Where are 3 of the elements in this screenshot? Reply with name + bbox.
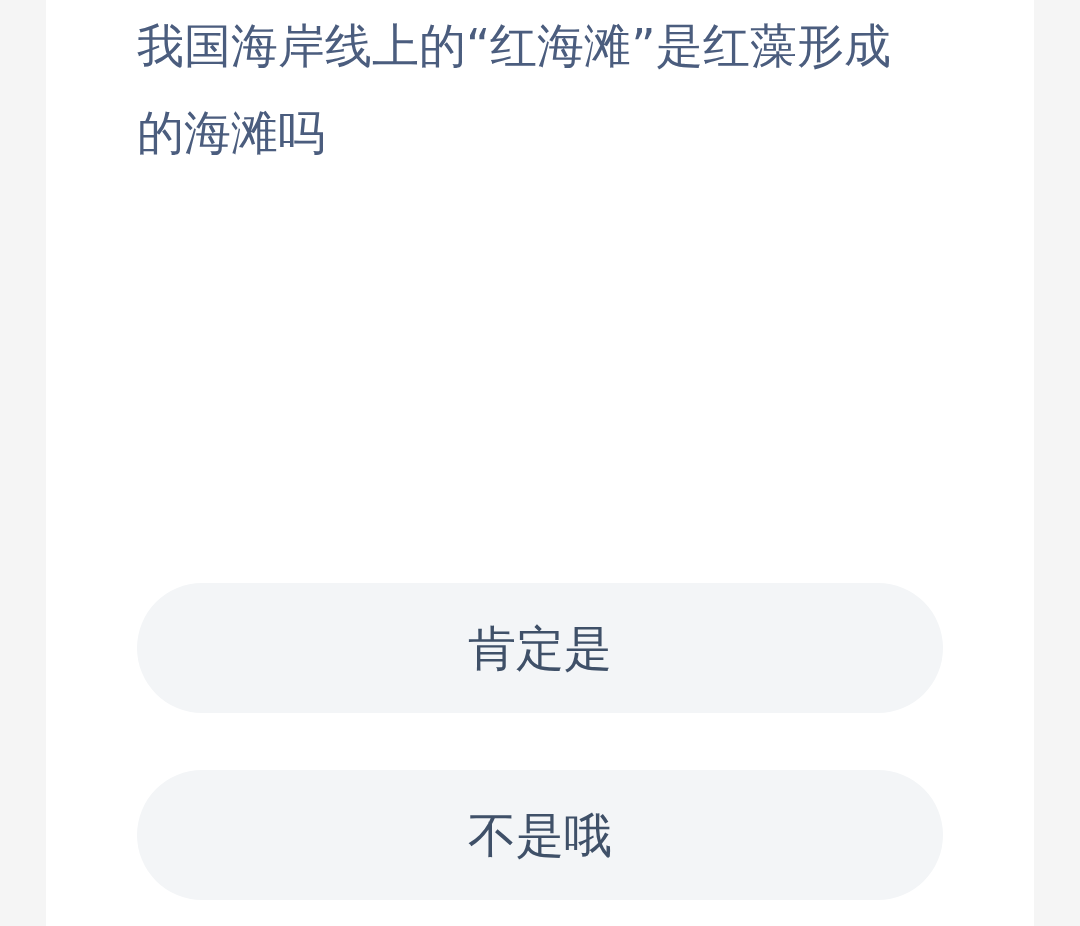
answer-option-button[interactable]: 肯定是 bbox=[137, 583, 943, 713]
question-text: 我国海岸线上的“红海滩”是红藻形成的海滩吗 bbox=[137, 17, 892, 162]
answer-option-button[interactable]: 不是哦 bbox=[137, 770, 943, 900]
